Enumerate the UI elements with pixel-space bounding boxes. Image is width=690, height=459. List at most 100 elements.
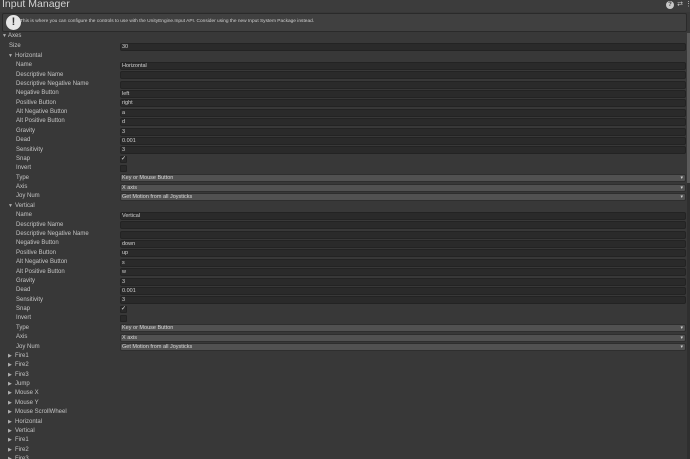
descriptive-negative-name-label: Descriptive Negative Name — [16, 80, 89, 87]
name-field[interactable]: Horizontal — [120, 61, 686, 70]
kebab-menu-icon[interactable]: ⋮ — [685, 1, 690, 9]
dropdown-caret-icon: ▾ — [680, 325, 683, 332]
axis-foldout-collapsed[interactable]: Fire2 — [15, 361, 29, 370]
collapsed-arrow-icon[interactable]: ▶ — [8, 427, 12, 436]
axis-foldout-collapsed[interactable]: Fire3 — [15, 455, 29, 459]
axis-foldout-horizontal[interactable]: Horizontal — [15, 52, 42, 61]
collapsed-arrow-icon[interactable]: ▶ — [8, 389, 12, 398]
sensitivity-label: Sensitivity — [16, 296, 44, 303]
inspector-header: Input Manager ? ⇄ ⋮ — [0, 0, 690, 12]
collapsed-arrow-icon[interactable]: ▶ — [8, 361, 12, 370]
alt-positive-button-field[interactable]: d — [120, 118, 686, 127]
axis-foldout-collapsed[interactable]: Vertical — [15, 427, 35, 436]
size-field[interactable]: 30 — [120, 43, 686, 52]
expanded-arrow-icon[interactable]: ▼ — [8, 202, 13, 211]
invert-toggle[interactable] — [120, 315, 127, 323]
dead-label: Dead — [16, 137, 31, 144]
axis-foldout-vertical[interactable]: Vertical — [15, 202, 35, 211]
sensitivity-label: Sensitivity — [16, 146, 44, 153]
collapsed-arrow-icon[interactable]: ▶ — [8, 399, 12, 408]
help-box: ! This is where you can configure the co… — [2, 13, 687, 32]
collapsed-arrow-icon[interactable]: ▶ — [8, 446, 12, 455]
descriptive-negative-name-field[interactable] — [120, 80, 686, 89]
alt-positive-button-label: Alt Positive Button — [16, 268, 65, 275]
axes-foldout[interactable]: Axes — [8, 32, 21, 41]
axis-foldout-collapsed[interactable]: Fire1 — [15, 436, 29, 445]
axis-foldout-collapsed[interactable]: Mouse ScrollWheel — [15, 408, 67, 417]
alt-negative-button-field[interactable]: s — [120, 258, 686, 267]
type-label: Type — [16, 174, 30, 181]
alt-negative-button-field[interactable]: a — [120, 108, 686, 117]
axis-foldout-collapsed[interactable]: Mouse Y — [15, 399, 39, 408]
axis-dropdown-value: X axis — [122, 184, 137, 191]
snap-toggle[interactable]: ✓ — [120, 306, 127, 314]
axis-foldout-collapsed[interactable]: Jump — [15, 380, 30, 389]
dead-label: Dead — [16, 287, 31, 294]
size-label: Size — [9, 43, 21, 50]
gravity-label: Gravity — [16, 127, 36, 134]
window-title: Input Manager — [2, 0, 70, 10]
type-dropdown[interactable]: Key or Mouse Button ▾ — [120, 174, 686, 183]
descriptive-name-label: Descriptive Name — [16, 71, 64, 78]
dead-field[interactable]: 0.001 — [120, 286, 686, 295]
type-label: Type — [16, 324, 30, 331]
dead-field[interactable]: 0.001 — [120, 136, 686, 145]
negative-button-field[interactable]: left — [120, 89, 686, 98]
gravity-field[interactable]: 3 — [120, 277, 686, 286]
axis-label: Axis — [16, 334, 28, 341]
invert-toggle[interactable] — [120, 165, 127, 173]
axis-dropdown[interactable]: X axis ▾ — [120, 183, 686, 192]
axis-foldout-collapsed[interactable]: Fire2 — [15, 446, 29, 455]
axis-dropdown-value: X axis — [122, 334, 137, 341]
joy-num-dropdown[interactable]: Get Motion from all Joysticks ▾ — [120, 343, 686, 352]
collapsed-arrow-icon[interactable]: ▶ — [8, 352, 12, 361]
collapsed-arrow-icon[interactable]: ▶ — [8, 455, 12, 459]
expanded-arrow-icon[interactable]: ▼ — [2, 32, 7, 41]
axis-dropdown[interactable]: X axis ▾ — [120, 333, 686, 342]
positive-button-label: Positive Button — [16, 249, 57, 256]
preset-icon[interactable]: ⇄ — [676, 1, 684, 9]
gravity-field[interactable]: 3 — [120, 127, 686, 136]
descriptive-name-field[interactable] — [120, 71, 686, 80]
dropdown-caret-icon: ▾ — [680, 175, 683, 182]
joy-num-label: Joy Num — [16, 343, 40, 350]
alt-negative-button-label: Alt Negative Button — [16, 259, 68, 266]
collapsed-arrow-icon[interactable]: ▶ — [8, 380, 12, 389]
positive-button-field[interactable]: up — [120, 249, 686, 258]
name-field[interactable]: Vertical — [120, 211, 686, 220]
joy-num-label: Joy Num — [16, 193, 40, 200]
type-dropdown-value: Key or Mouse Button — [122, 175, 174, 182]
joy-num-dropdown-value: Get Motion from all Joysticks — [122, 344, 193, 351]
joy-num-dropdown[interactable]: Get Motion from all Joysticks ▾ — [120, 193, 686, 202]
info-icon: ! — [6, 15, 21, 30]
axis-foldout-collapsed[interactable]: Mouse X — [15, 389, 39, 398]
axis-foldout-collapsed[interactable]: Fire1 — [15, 352, 29, 361]
axis-foldout-collapsed[interactable]: Fire3 — [15, 371, 29, 380]
type-dropdown[interactable]: Key or Mouse Button ▾ — [120, 324, 686, 333]
name-label: Name — [16, 62, 33, 69]
snap-label: Snap — [16, 306, 31, 313]
alt-positive-button-field[interactable]: w — [120, 268, 686, 277]
snap-toggle[interactable]: ✓ — [120, 155, 127, 163]
collapsed-arrow-icon[interactable]: ▶ — [8, 436, 12, 445]
positive-button-field[interactable]: right — [120, 99, 686, 108]
collapsed-arrow-icon[interactable]: ▶ — [8, 418, 12, 427]
expanded-arrow-icon[interactable]: ▼ — [8, 52, 13, 61]
type-dropdown-value: Key or Mouse Button — [122, 325, 174, 332]
snap-label: Snap — [16, 155, 31, 162]
sensitivity-field[interactable]: 3 — [120, 146, 686, 155]
collapsed-arrow-icon[interactable]: ▶ — [8, 408, 12, 417]
descriptive-name-field[interactable] — [120, 221, 686, 230]
alt-positive-button-label: Alt Positive Button — [16, 118, 65, 125]
collapsed-arrow-icon[interactable]: ▶ — [8, 371, 12, 380]
sensitivity-field[interactable]: 3 — [120, 296, 686, 305]
negative-button-field[interactable]: down — [120, 240, 686, 249]
dropdown-caret-icon: ▾ — [680, 194, 683, 201]
axis-foldout-collapsed[interactable]: Horizontal — [15, 418, 42, 427]
dropdown-caret-icon: ▾ — [680, 344, 683, 351]
descriptive-negative-name-field[interactable] — [120, 230, 686, 239]
help-text: This is where you can configure the cont… — [20, 19, 315, 24]
descriptive-negative-name-label: Descriptive Negative Name — [16, 230, 89, 237]
help-icon[interactable]: ? — [666, 1, 674, 9]
axis-label: Axis — [16, 184, 28, 191]
